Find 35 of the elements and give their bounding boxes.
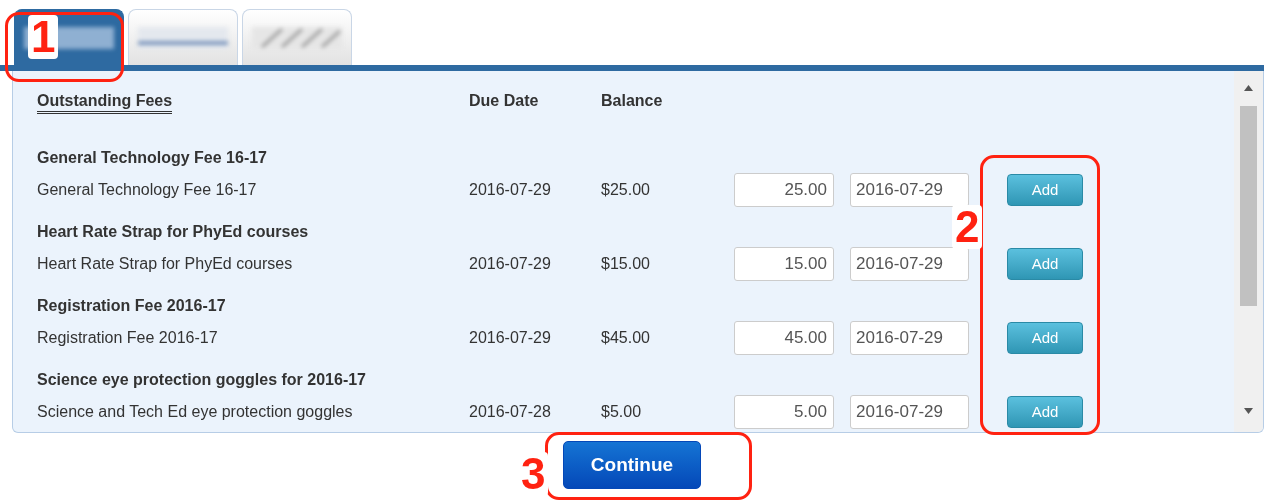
balance: $45.00 [601, 329, 650, 346]
column-header: Balance [601, 92, 663, 109]
fee-description: Heart Rate Strap for PhyEd courses [37, 255, 293, 272]
fee-title: Heart Rate Strap for PhyEd courses [37, 223, 309, 240]
date-field[interactable]: 2016-07-29 [850, 395, 969, 429]
scroll-up-icon[interactable] [1244, 85, 1253, 91]
blurred-label-icon [138, 26, 228, 49]
fee-title: Registration Fee 2016-17 [37, 297, 226, 314]
amount-field[interactable]: 25.00 [734, 173, 834, 207]
scroll-down-icon[interactable] [1244, 408, 1253, 414]
continue-button[interactable]: Continue [563, 441, 701, 489]
column-header: Due Date [469, 92, 539, 109]
fee-description: General Technology Fee 16-17 [37, 181, 257, 198]
column-header: Outstanding Fees [37, 92, 173, 114]
fee-title: General Technology Fee 16-17 [37, 149, 267, 166]
balance: $15.00 [601, 255, 650, 272]
fee-description: Registration Fee 2016-17 [37, 329, 218, 346]
fee-description: Science and Tech Ed eye protection goggles [37, 403, 353, 420]
due-date: 2016-07-29 [469, 255, 551, 272]
callout-number: 2 [952, 205, 983, 249]
callout-number: 1 [28, 15, 59, 59]
scrollbar[interactable] [1234, 71, 1263, 432]
due-date: 2016-07-28 [469, 403, 551, 420]
date-field[interactable]: 2016-07-29 [850, 173, 969, 207]
amount-field[interactable]: 5.00 [734, 395, 834, 429]
date-field[interactable]: 2016-07-29 [850, 247, 969, 281]
balance: $25.00 [601, 181, 650, 198]
balance: $5.00 [601, 403, 642, 420]
blurred-label-icon [252, 26, 342, 49]
amount-field[interactable]: 15.00 [734, 247, 834, 281]
due-date: 2016-07-29 [469, 329, 551, 346]
fee-title: Science eye protection goggles for 2016-17 [37, 371, 366, 388]
amount-field[interactable]: 45.00 [734, 321, 834, 355]
date-field[interactable]: 2016-07-29 [850, 321, 969, 355]
due-date: 2016-07-29 [469, 181, 551, 198]
